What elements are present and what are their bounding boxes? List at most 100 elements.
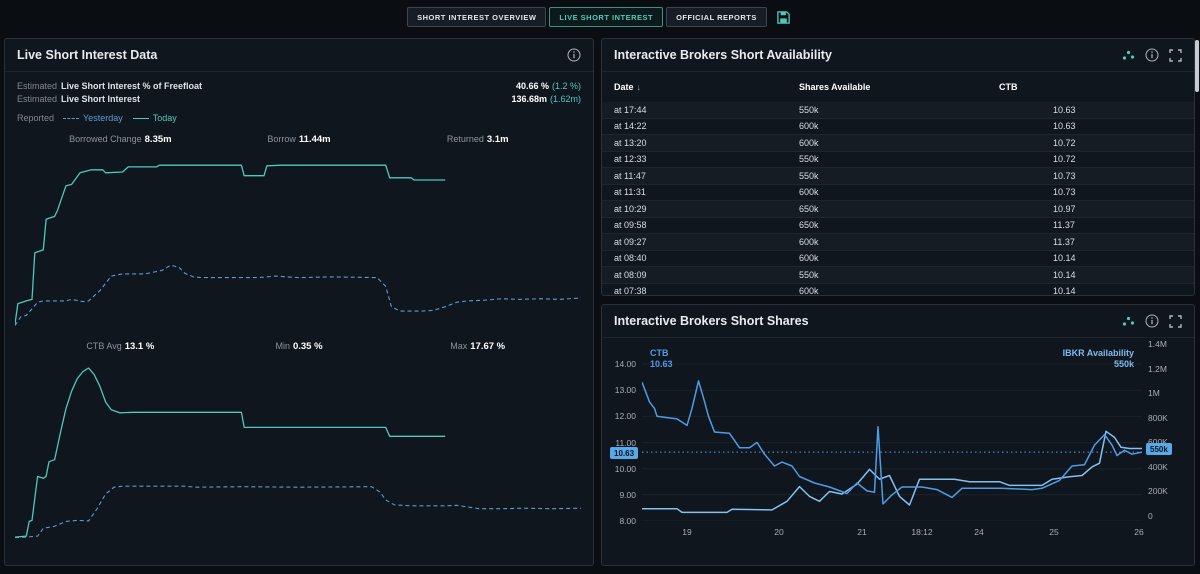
stat-prefix: Estimated xyxy=(17,81,58,91)
chart1-stats: Borrowed Change 8.35m Borrow 11.44m Returned… xyxy=(5,123,593,145)
table-row[interactable]: at 08:40 600k 10.14 xyxy=(602,251,1194,267)
stat-name: Live Short Interest % of Freefloat xyxy=(61,81,203,91)
table-row[interactable]: at 09:58 650k 11.37 xyxy=(602,218,1194,234)
cell-date: at 09:27 xyxy=(614,236,647,247)
table-row[interactable]: at 10:29 650k 10.97 xyxy=(602,201,1194,218)
chart-stat: Min 0.35 % xyxy=(210,341,389,352)
cell-ctb: 10.14 xyxy=(1053,253,1076,264)
sort-desc-icon[interactable]: ↓ xyxy=(637,82,642,92)
page-scrollbar-thumb[interactable] xyxy=(1195,40,1199,92)
stat-label: Estimated Live Short Interest % of Freefl… xyxy=(17,80,202,93)
info-icon[interactable] xyxy=(1145,48,1159,62)
stat-value: 136.68m (1.62m) xyxy=(511,93,581,106)
view-tabs: SHORT INTEREST OVERVIEW LIVE SHORT INTERE… xyxy=(407,7,767,27)
availability-legend-value: 550k xyxy=(1113,359,1134,369)
table-row[interactable]: at 12:33 550k 10.72 xyxy=(602,152,1194,168)
stat-delta: (1.2 %) xyxy=(551,81,581,91)
availability-current-badge: 550k xyxy=(1146,443,1172,456)
table-row[interactable]: at 11:31 600k 10.73 xyxy=(602,185,1194,201)
reported-row: Reported Yesterday Today xyxy=(5,106,593,123)
table-row[interactable]: at 07:38 600k 10.14 xyxy=(602,284,1194,295)
tab-official-reports[interactable]: OFFICIAL REPORTS xyxy=(666,7,767,27)
cell-date: at 12:33 xyxy=(614,154,647,165)
cell-date: at 11:31 xyxy=(614,187,646,198)
column-date[interactable]: Date ↓ xyxy=(614,82,799,92)
cell-ctb: 10.63 xyxy=(1053,121,1076,132)
ctb-legend-value: 10.63 xyxy=(650,359,673,369)
shares-plot[interactable]: CTB 10.63 IBKR Availability 550k xyxy=(642,344,1142,521)
ctb-current-badge: 10.63 xyxy=(610,447,639,460)
chart-stat-value: 11.44m xyxy=(298,134,331,145)
cell-date: at 08:40 xyxy=(614,253,647,264)
cell-date: at 14:22 xyxy=(614,121,647,132)
table-row[interactable]: at 09:27 600k 11.37 xyxy=(602,234,1194,251)
tab-live-short-interest[interactable]: LIVE SHORT INTEREST xyxy=(549,7,664,27)
cell-ctb: 11.37 xyxy=(1053,220,1075,231)
expand-icon[interactable] xyxy=(1169,48,1182,62)
info-icon[interactable] xyxy=(567,48,581,62)
right-axis-tick: 0 xyxy=(1148,511,1153,521)
column-ctb[interactable]: CTB xyxy=(999,82,1182,92)
ctb-legend-label: CTB xyxy=(650,348,669,358)
cell-date: at 11:47 xyxy=(614,170,646,181)
table-row[interactable]: at 08:09 550k 10.14 xyxy=(602,267,1194,284)
topbar: SHORT INTEREST OVERVIEW LIVE SHORT INTERE… xyxy=(0,0,1200,34)
cell-date: at 10:29 xyxy=(614,203,647,214)
cell-shares: 550k xyxy=(799,104,819,115)
ibkr-short-shares-panel: Interactive Brokers Short Shares 14.00 13… xyxy=(601,304,1195,566)
stat-number: 136.68m xyxy=(511,94,547,104)
left-axis-tick: 12.00 xyxy=(614,411,636,422)
legend-yesterday[interactable]: Yesterday xyxy=(63,113,123,123)
save-button[interactable] xyxy=(774,8,793,27)
stat-prefix: Estimated xyxy=(17,94,58,104)
info-icon[interactable] xyxy=(1145,314,1159,328)
cell-ctb: 11.37 xyxy=(1053,236,1075,247)
table-row[interactable]: at 14:22 600k 10.63 xyxy=(602,119,1194,135)
legend-today[interactable]: Today xyxy=(132,113,177,123)
chart-stat: Max 17.67 % xyxy=(388,341,567,352)
stats-block: Estimated Live Short Interest % of Freefl… xyxy=(5,72,593,106)
cell-date: at 13:20 xyxy=(614,137,647,148)
scatter-dots-icon[interactable] xyxy=(1121,314,1135,328)
tab-short-interest-overview[interactable]: SHORT INTEREST OVERVIEW xyxy=(407,7,547,27)
live-short-interest-panel: Live Short Interest Data Estimated Live S… xyxy=(4,38,594,566)
stat-row: Estimated Live Short Interest 136.68m (1.62… xyxy=(17,93,581,106)
cell-shares: 600k xyxy=(799,253,819,264)
ibkr-shares-chart xyxy=(642,363,1142,521)
availability-legend-label: IBKR Availability xyxy=(1062,348,1134,358)
cell-date: at 08:09 xyxy=(614,269,647,280)
legend-line-dashed xyxy=(63,117,80,119)
left-axis-tick: 13.00 xyxy=(614,385,636,396)
x-axis-tick: 21 xyxy=(857,527,867,537)
legend-label: Yesterday xyxy=(83,113,123,123)
cell-shares: 550k xyxy=(799,170,819,181)
table-row[interactable]: at 17:44 550k 10.63 xyxy=(602,102,1194,119)
cell-date: at 09:58 xyxy=(614,220,647,231)
cell-ctb: 10.73 xyxy=(1053,170,1076,181)
save-icon xyxy=(776,10,791,28)
scatter-dots-icon[interactable] xyxy=(1121,48,1135,62)
left-axis-tick: 8.00 xyxy=(619,516,636,526)
right-axis-tick: 200K xyxy=(1148,486,1168,497)
cell-ctb: 10.14 xyxy=(1053,269,1076,280)
right-axis-tick: 800K xyxy=(1148,412,1168,423)
chart-stat-label: Borrow xyxy=(267,134,296,144)
ctb-legend: CTB 10.63 xyxy=(650,348,673,370)
ctb-percent-chart xyxy=(15,367,581,539)
cell-shares: 550k xyxy=(799,154,819,165)
cell-ctb: 10.63 xyxy=(1053,104,1076,115)
chart-stat: Borrow 11.44m xyxy=(210,134,389,145)
legend-label: Today xyxy=(152,113,177,123)
table-header: Date ↓ Shares Available CTB xyxy=(602,72,1194,102)
expand-icon[interactable] xyxy=(1169,314,1182,328)
chart-stat-value: 8.35m xyxy=(144,134,172,145)
column-shares-available[interactable]: Shares Available xyxy=(799,82,999,92)
x-axis-tick: 18:12 xyxy=(911,527,933,537)
right-axis-tick: 1.4M xyxy=(1148,339,1167,349)
stat-row: Estimated Live Short Interest % of Freefl… xyxy=(17,80,581,93)
stat-delta: (1.62m) xyxy=(549,94,581,104)
stat-value: 40.66 % (1.2 %) xyxy=(516,80,581,93)
right-axis-tick: 1.2M xyxy=(1148,363,1167,374)
table-row[interactable]: at 13:20 600k 10.72 xyxy=(602,135,1194,152)
table-row[interactable]: at 11:47 550k 10.73 xyxy=(602,168,1194,185)
